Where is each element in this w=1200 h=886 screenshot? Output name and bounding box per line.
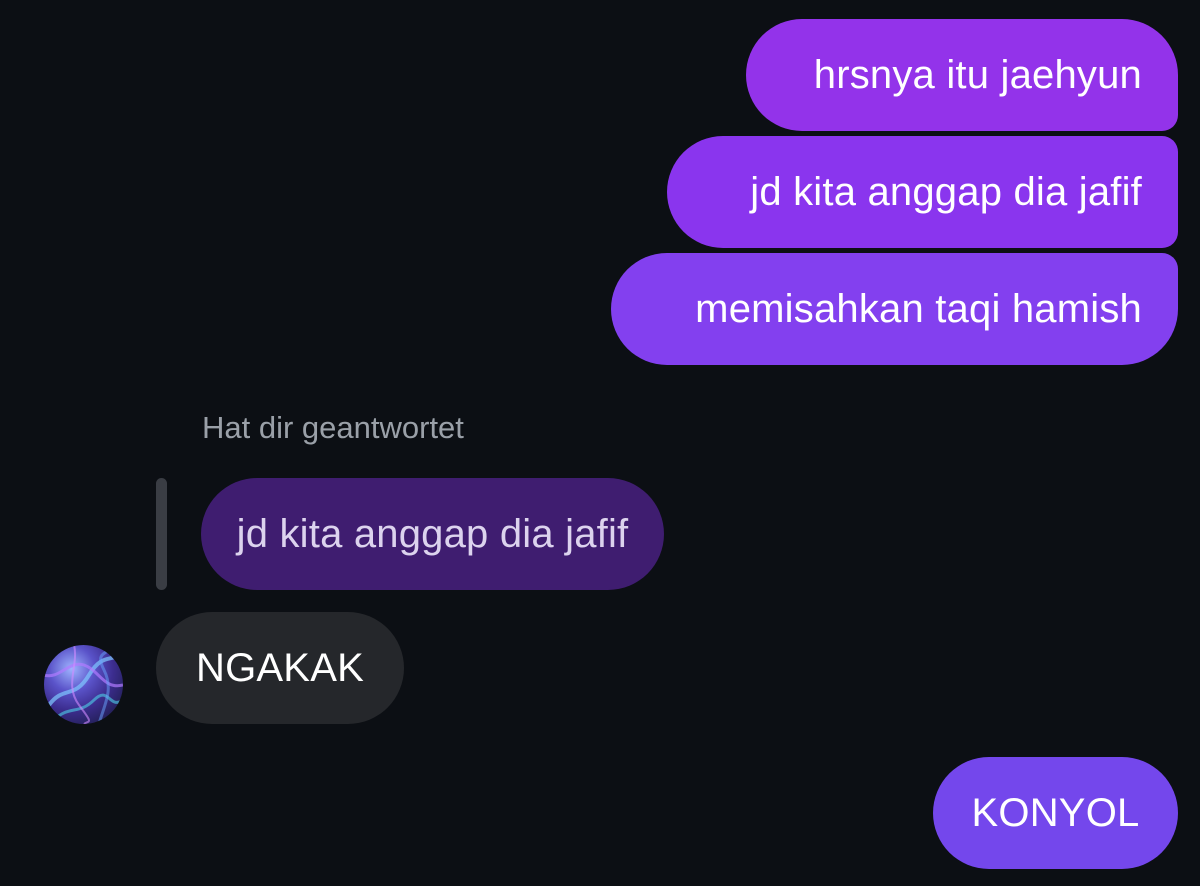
received-message-bubble[interactable]: NGAKAK <box>156 612 404 724</box>
reply-context-label: Hat dir geantwortet <box>202 410 464 445</box>
sent-message-bubble[interactable]: KONYOL <box>933 757 1178 869</box>
quoted-message-bubble[interactable]: jd kita anggap dia jafif <box>201 478 664 590</box>
message-text: jd kita anggap dia jafif <box>750 169 1142 214</box>
quoted-message-text: jd kita anggap dia jafif <box>236 511 629 556</box>
message-text: hrsnya itu jaehyun <box>813 52 1142 97</box>
user-avatar-icon[interactable] <box>44 645 123 724</box>
message-text: NGAKAK <box>196 645 364 690</box>
sent-message-bubble[interactable]: hrsnya itu jaehyun <box>746 19 1178 131</box>
reply-indicator-bar <box>156 478 167 590</box>
message-text: memisahkan taqi hamish <box>695 286 1142 331</box>
sent-message-bubble[interactable]: jd kita anggap dia jafif <box>667 136 1178 248</box>
message-text: KONYOL <box>971 790 1140 835</box>
sent-message-bubble[interactable]: memisahkan taqi hamish <box>611 253 1178 365</box>
avatar-image <box>44 645 123 724</box>
message-thread: hrsnya itu jaehyun jd kita anggap dia ja… <box>0 0 1200 886</box>
